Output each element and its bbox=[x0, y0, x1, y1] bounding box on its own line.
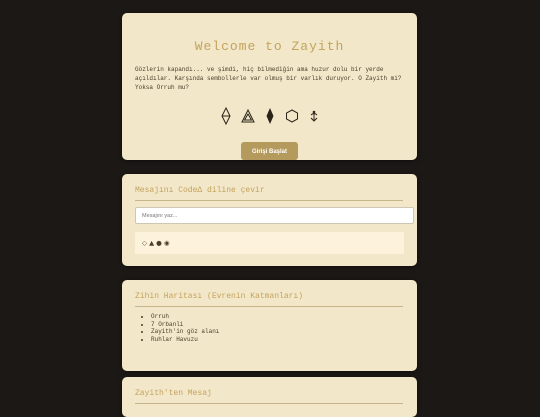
symbol-row bbox=[122, 106, 417, 126]
list-item: Zayith'in göz alanı bbox=[151, 328, 219, 336]
translate-card: Mesajını CodeΔ diline çevir ◇ ▲ ● ◉ bbox=[122, 174, 417, 266]
mind-map-title: Zihin Haritası (Evrenin Katmanları) bbox=[135, 292, 403, 307]
translate-title: Mesajını CodeΔ diline çevir bbox=[135, 186, 403, 201]
mind-map-list: Orruh 7 Orbanli Zayith'in göz alanı Ruhl… bbox=[135, 313, 219, 343]
list-item: Ruhlar Havuzu bbox=[151, 336, 219, 344]
welcome-card: Welcome to Zayith Gözlerin kapandı... ve… bbox=[122, 13, 417, 160]
translation-output: ◇ ▲ ● ◉ bbox=[135, 232, 404, 254]
start-entry-button[interactable]: Girişi Başlat bbox=[241, 142, 298, 160]
zayith-message-title: Zayith'ten Mesaj bbox=[135, 389, 403, 404]
nested-triangle-icon[interactable] bbox=[238, 106, 258, 126]
sprout-icon[interactable] bbox=[304, 106, 324, 126]
list-item: Orruh bbox=[151, 313, 219, 321]
hexagon-icon[interactable] bbox=[282, 106, 302, 126]
filled-diamond-icon[interactable] bbox=[260, 106, 280, 126]
zayith-message-card: Zayith'ten Mesaj bbox=[122, 377, 417, 417]
welcome-title: Welcome to Zayith bbox=[194, 39, 345, 54]
list-item: 7 Orbanli bbox=[151, 321, 219, 329]
mind-map-card: Zihin Haritası (Evrenin Katmanları) Orru… bbox=[122, 280, 417, 371]
welcome-intro-text: Gözlerin kapandı... ve şimdi, hiç bilmed… bbox=[135, 66, 402, 91]
diamond-outline-icon[interactable] bbox=[216, 106, 236, 126]
message-input[interactable] bbox=[135, 207, 414, 224]
